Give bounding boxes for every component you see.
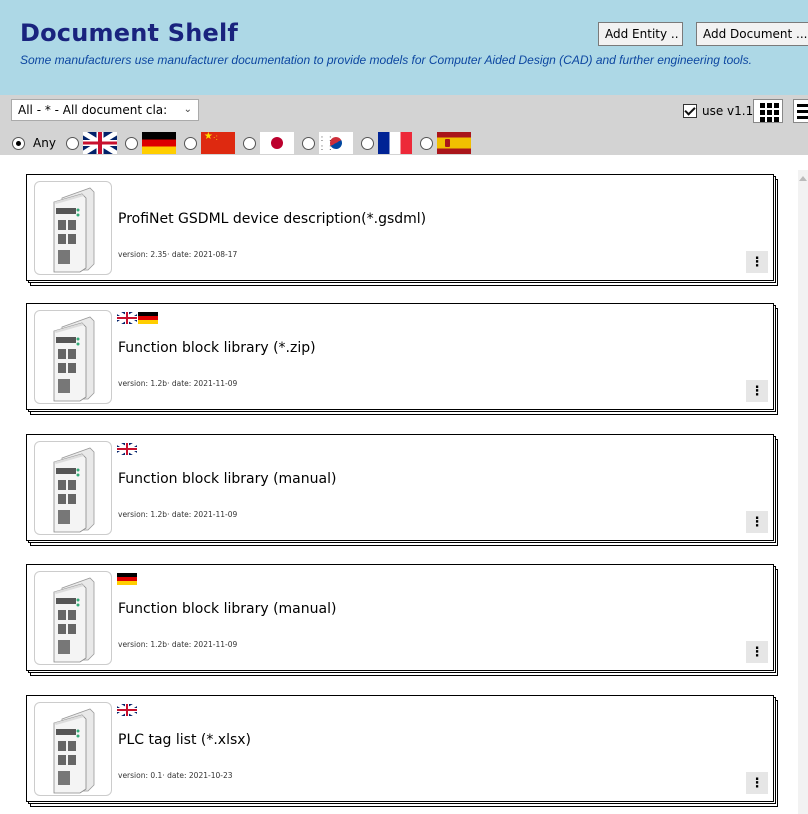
document-title: Function block library (manual) [118,471,337,487]
use-version-toggle[interactable]: use v1.1 [683,102,753,120]
document-meta: version: 1.2b· date: 2021-11-09 [118,510,238,519]
document-language-flags [117,573,138,585]
germany-flag-icon [141,132,176,154]
document-meta: version: 1.2b· date: 2021-11-09 [118,640,238,649]
grid-view-icon[interactable] [753,99,783,123]
radio-language-de[interactable] [124,136,138,150]
add-document-button[interactable]: Add Document ... [696,22,808,46]
uk-flag-icon [117,443,137,455]
device-thumbnail [34,571,112,665]
card-body[interactable]: ProfiNet GSDML device description(*.gsdm… [26,174,774,281]
korea-flag-icon [318,132,353,154]
spain-flag-icon [436,132,471,154]
device-thumbnail [34,310,112,404]
add-entity-button[interactable]: Add Entity .. [598,22,683,46]
document-meta: version: 2.35· date: 2021-08-17 [118,250,238,259]
document-meta: version: 0.1· date: 2021-10-23 [118,771,233,780]
radio-language-kr[interactable] [301,136,315,150]
more-vertical-icon[interactable]: ⋮ [746,641,768,663]
document-language-flags [117,704,138,716]
page-subtitle: Some manufacturers use manufacturer docu… [20,53,752,67]
radio-language-es[interactable] [419,136,433,150]
toolbar: All - * - All document cla: ⌄ use v1.1 A… [0,95,808,155]
more-vertical-icon[interactable]: ⋮ [746,511,768,533]
document-class-select[interactable]: All - * - All document cla: ⌄ [11,99,199,121]
device-thumbnail [34,441,112,535]
radio-language-cn[interactable] [183,136,197,150]
page-title: Document Shelf [20,19,239,47]
device-thumbnail [34,702,112,796]
document-title: Function block library (*.zip) [118,340,316,356]
document-card[interactable]: Function block library (manual) version: … [26,434,778,546]
document-card[interactable]: Function block library (manual) version: … [26,564,778,676]
document-card[interactable]: ProfiNet GSDML device description(*.gsdm… [26,174,778,286]
document-class-select-value: All - * - All document cla: [18,103,168,117]
document-card[interactable]: PLC tag list (*.xlsx) version: 0.1· date:… [26,695,778,807]
language-filter: Any [12,132,479,154]
uk-flag-icon [117,704,137,716]
document-card[interactable]: Function block library (*.zip) version: 1… [26,303,778,415]
use-version-checkbox[interactable] [683,104,697,118]
document-title: PLC tag list (*.xlsx) [118,732,252,748]
document-language-flags [117,443,138,455]
more-vertical-icon[interactable]: ⋮ [746,251,768,273]
radio-language-any[interactable] [12,136,25,150]
card-body[interactable]: Function block library (manual) version: … [26,564,774,671]
japan-flag-icon [259,132,294,154]
uk-flag-icon [117,312,137,324]
more-vertical-icon[interactable]: ⋮ [746,772,768,794]
more-vertical-icon[interactable]: ⋮ [746,380,768,402]
germany-flag-icon [138,312,158,324]
language-any-label: Any [33,136,56,150]
germany-flag-icon [117,573,137,585]
vertical-scrollbar[interactable] [798,170,808,814]
uk-flag-icon [82,132,117,154]
document-language-flags [117,312,159,324]
list-view-icon[interactable] [793,99,808,123]
radio-language-fr[interactable] [360,136,374,150]
france-flag-icon [377,132,412,154]
document-title: ProfiNet GSDML device description(*.gsdm… [118,211,427,227]
document-meta: version: 1.2b· date: 2021-11-09 [118,379,238,388]
device-thumbnail [34,181,112,275]
card-body[interactable]: Function block library (*.zip) version: 1… [26,303,774,410]
radio-language-jp[interactable] [242,136,256,150]
card-body[interactable]: PLC tag list (*.xlsx) version: 0.1· date:… [26,695,774,802]
use-version-label: use v1.1 [702,104,754,118]
chevron-down-icon: ⌄ [183,104,192,115]
china-flag-icon [200,132,235,154]
radio-language-gb[interactable] [65,136,79,150]
document-title: Function block library (manual) [118,601,337,617]
card-body[interactable]: Function block library (manual) version: … [26,434,774,541]
header: Document Shelf Some manufacturers use ma… [0,0,808,95]
